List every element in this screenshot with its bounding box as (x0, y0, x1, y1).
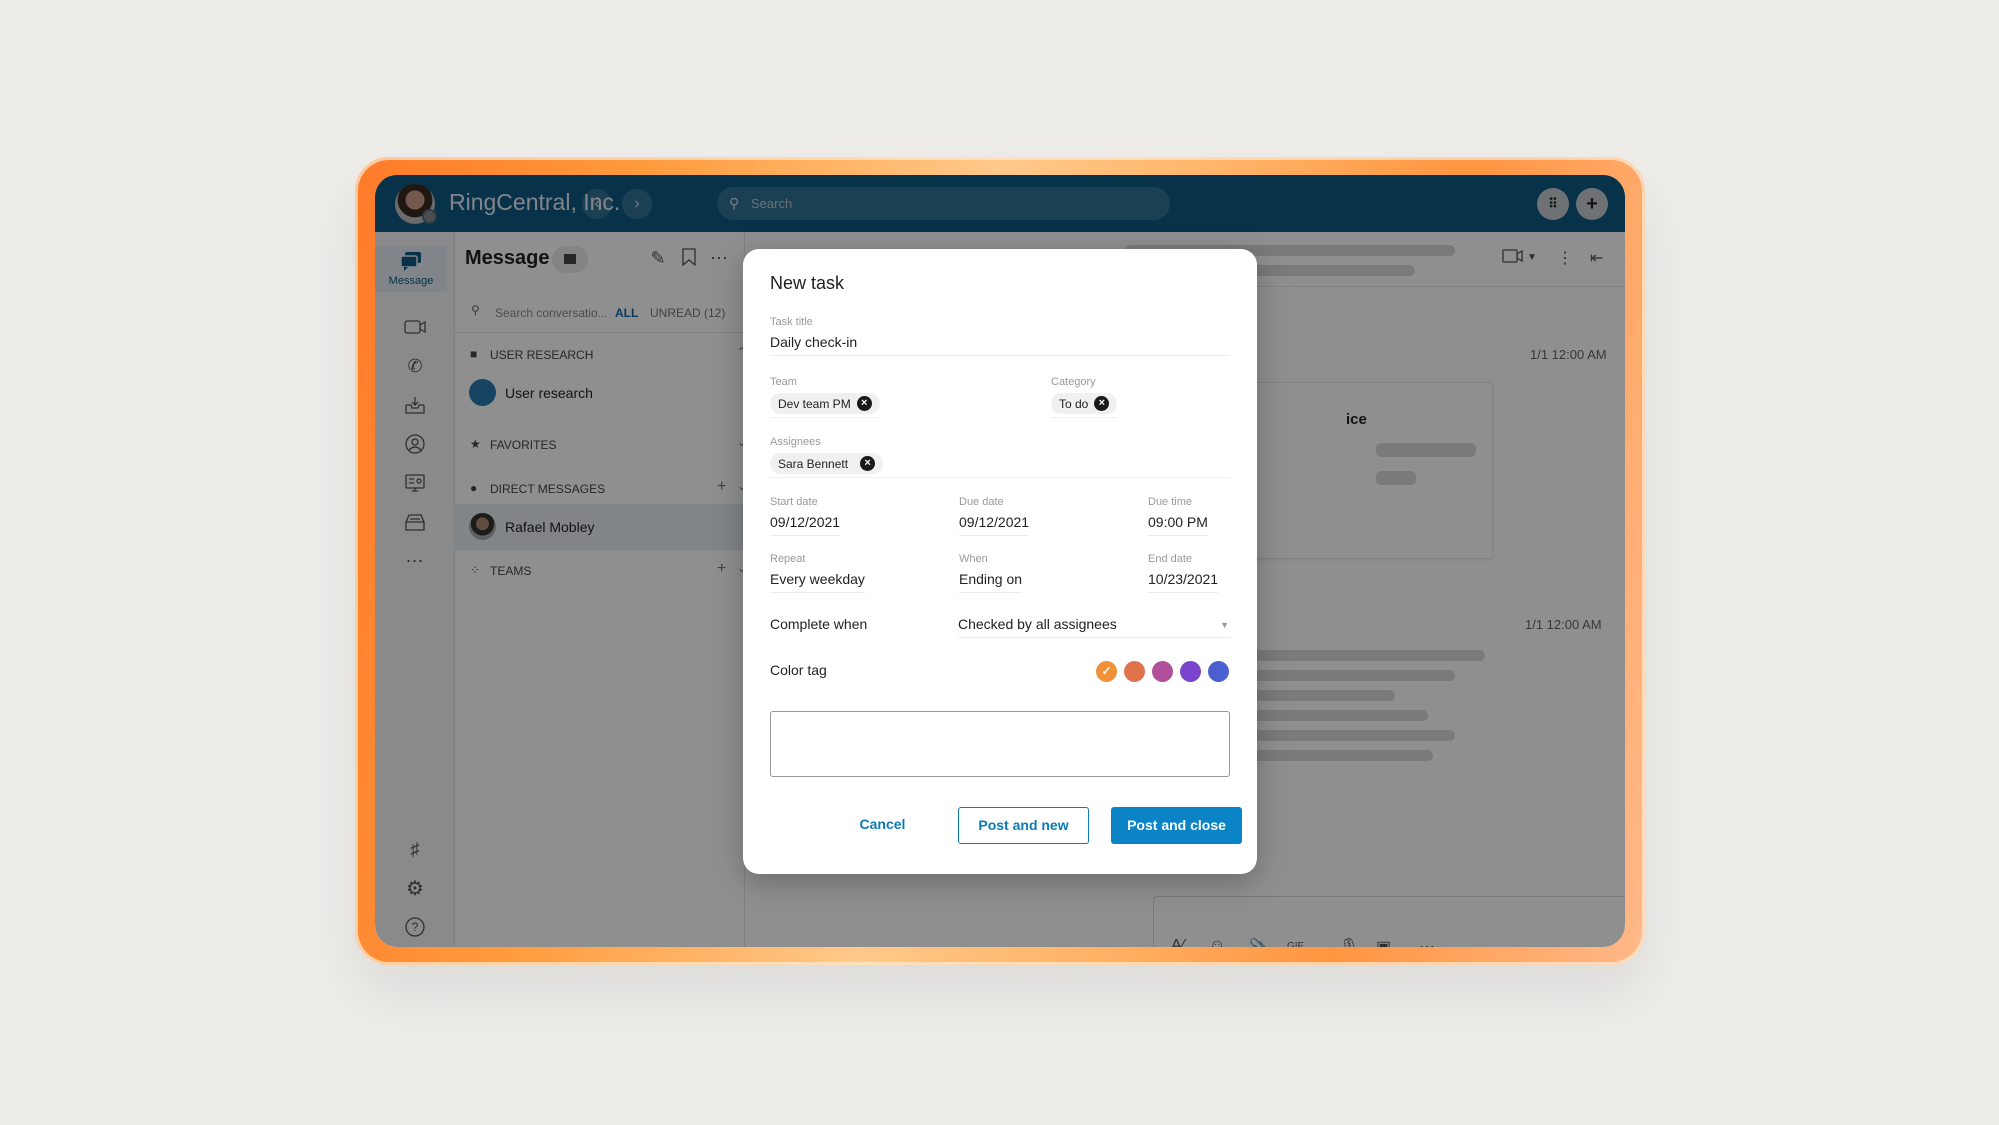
task-title-field[interactable]: Task title Daily check-in (770, 316, 1230, 356)
due-time-label: Due time (1148, 496, 1193, 508)
start-date-field[interactable]: Start date 09/12/2021 (770, 496, 841, 536)
remove-chip-icon[interactable]: × (856, 396, 872, 411)
start-date-input[interactable]: 09/12/2021 (770, 514, 841, 536)
end-date-label: End date (1148, 553, 1193, 565)
team-label: Team (770, 376, 797, 388)
caret-down-icon: ▼ (1220, 620, 1229, 630)
category-chip[interactable]: To do × (1051, 393, 1118, 414)
new-task-dialog: New task Task title Daily check-in Team … (743, 249, 1257, 874)
team-field[interactable]: Team Dev team PM × (770, 376, 1040, 418)
check-icon: ✓ (1101, 664, 1112, 678)
color-tag-picker: ✓ (1096, 661, 1229, 682)
team-chip[interactable]: Dev team PM × (770, 393, 880, 414)
team-chip-label: Dev team PM (778, 396, 851, 411)
remove-chip-icon[interactable]: × (1094, 396, 1110, 411)
color-tag-purple[interactable] (1180, 661, 1201, 682)
end-date-input[interactable]: 10/23/2021 (1148, 571, 1219, 593)
due-time-input[interactable]: 09:00 PM (1148, 514, 1208, 536)
when-label: When (959, 553, 988, 565)
assignee-chip[interactable]: Sara Bennett × (770, 453, 884, 474)
repeat-select[interactable]: Every weekday (770, 571, 865, 593)
complete-when-value: Checked by all assignees (958, 616, 1117, 632)
dialog-title: New task (770, 273, 845, 293)
due-time-field[interactable]: Due time 09:00 PM (1148, 496, 1208, 536)
repeat-field[interactable]: Repeat Every weekday (770, 553, 865, 593)
remove-chip-icon[interactable]: × (860, 456, 876, 471)
color-tag-magenta[interactable] (1152, 661, 1173, 682)
category-label: Category (1051, 376, 1096, 388)
assignees-field[interactable]: Assignees Sara Bennett × (770, 436, 1230, 478)
complete-when-select[interactable]: Checked by all assignees ▼ (958, 616, 1231, 638)
end-date-field[interactable]: End date 10/23/2021 (1148, 553, 1219, 593)
task-title-input[interactable]: Daily check-in (770, 334, 1230, 356)
due-date-label: Due date (959, 496, 1004, 508)
category-field[interactable]: Category To do × (1051, 376, 1231, 418)
description-textarea[interactable] (770, 711, 1230, 777)
color-tag-orange[interactable]: ✓ (1096, 661, 1117, 682)
due-date-field[interactable]: Due date 09/12/2021 (959, 496, 1030, 536)
category-chip-label: To do (1059, 396, 1089, 411)
due-date-input[interactable]: 09/12/2021 (959, 514, 1030, 536)
color-tag-label: Color tag (770, 662, 827, 678)
repeat-label: Repeat (770, 553, 806, 565)
complete-when-label: Complete when (770, 616, 868, 632)
assignee-chip-label: Sara Bennett (778, 456, 849, 471)
color-tag-blue[interactable] (1208, 661, 1229, 682)
start-date-label: Start date (770, 496, 818, 508)
post-and-new-button[interactable]: Post and new (958, 807, 1089, 844)
task-title-label: Task title (770, 316, 813, 328)
color-tag-coral[interactable] (1124, 661, 1145, 682)
when-select[interactable]: Ending on (959, 571, 1023, 593)
cancel-button[interactable]: Cancel (840, 807, 925, 844)
post-and-close-button[interactable]: Post and close (1111, 807, 1242, 844)
when-field[interactable]: When Ending on (959, 553, 1023, 593)
assignees-label: Assignees (770, 436, 821, 448)
